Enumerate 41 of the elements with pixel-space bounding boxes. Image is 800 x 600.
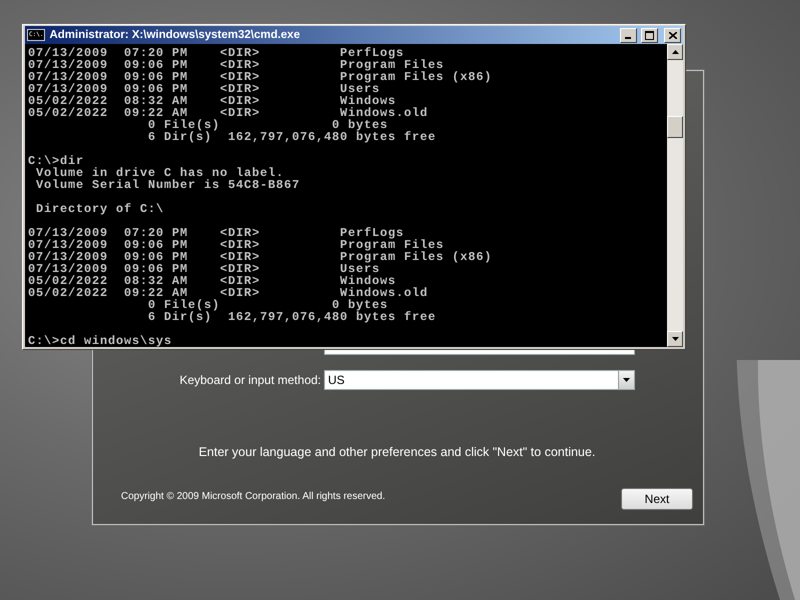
caret-icon (623, 378, 630, 382)
maximize-icon (645, 30, 654, 40)
console-line: 6 Dir(s) 162,797,076,480 bytes free (147, 131, 438, 143)
console-line: Volume in drive C has no label. (35, 167, 286, 179)
window-title: Administrator: X:\windows\system32\cmd.exe (49, 29, 301, 41)
console-line: 07/13/2009 09:06 PM <DIR> Program Files (28, 59, 446, 71)
scroll-down-button[interactable] (667, 331, 683, 347)
maximize-button[interactable] (641, 28, 658, 42)
console-line: C:\>cd windows\sys (28, 335, 172, 347)
dropdown-field[interactable]: US (324, 370, 635, 390)
copyright-text: Copyright © 2009 Microsoft Corporation. All rights reserved. (121, 491, 386, 502)
up-arrow-icon (672, 50, 678, 54)
down-arrow-icon (672, 337, 678, 341)
console-line: 05/02/2022 08:32 AM <DIR> Windows (28, 275, 396, 287)
console-line: 0 File(s) 0 bytes (147, 119, 388, 131)
instruction-text: Enter your language and other preferences and click "Next" to continue. (198, 445, 596, 459)
scroll-thumb[interactable] (667, 116, 683, 138)
console-line: 6 Dir(s) 162,797,076,480 bytes free (147, 311, 438, 323)
console-line: 05/02/2022 08:32 AM <DIR> Windows (28, 95, 396, 107)
console-line: 07/13/2009 09:06 PM <DIR> Program Files (28, 239, 446, 251)
console-line: 07/13/2009 07:20 PM <DIR> PerfLogs (28, 47, 405, 59)
scroll-up-button[interactable] (667, 44, 683, 60)
console-line: 07/13/2009 09:06 PM <DIR> Users (28, 263, 380, 275)
close-button[interactable] (664, 28, 681, 42)
dropdown-button[interactable] (618, 371, 634, 389)
console-line: Directory of C:\ (35, 203, 164, 215)
console-line: C:\>dir (28, 155, 86, 167)
console-line: 05/02/2022 09:22 AM <DIR> Windows.old (28, 107, 430, 119)
console-line: 0 File(s) 0 bytes (147, 299, 388, 311)
dropdown-field[interactable] (324, 350, 635, 355)
minimize-button[interactable] (620, 28, 637, 42)
console-line: Volume Serial Number is 54C8-B867 (35, 179, 300, 191)
next-button[interactable]: Next (621, 488, 693, 510)
field-label: Keyboard or input method: (180, 373, 321, 387)
scrollbar[interactable] (667, 44, 683, 347)
console-line: 07/13/2009 07:20 PM <DIR> PerfLogs (28, 227, 405, 239)
console-line: 05/02/2022 09:22 AM <DIR> Windows.old (28, 287, 430, 299)
console-line: 07/13/2009 09:06 PM <DIR> Program Files (x86) (28, 251, 492, 263)
console-line: 07/13/2009 09:06 PM <DIR> Users (28, 83, 380, 95)
close-icon (668, 32, 676, 38)
console-line: 07/13/2009 09:06 PM <DIR> Program Files (x86) (28, 71, 492, 83)
